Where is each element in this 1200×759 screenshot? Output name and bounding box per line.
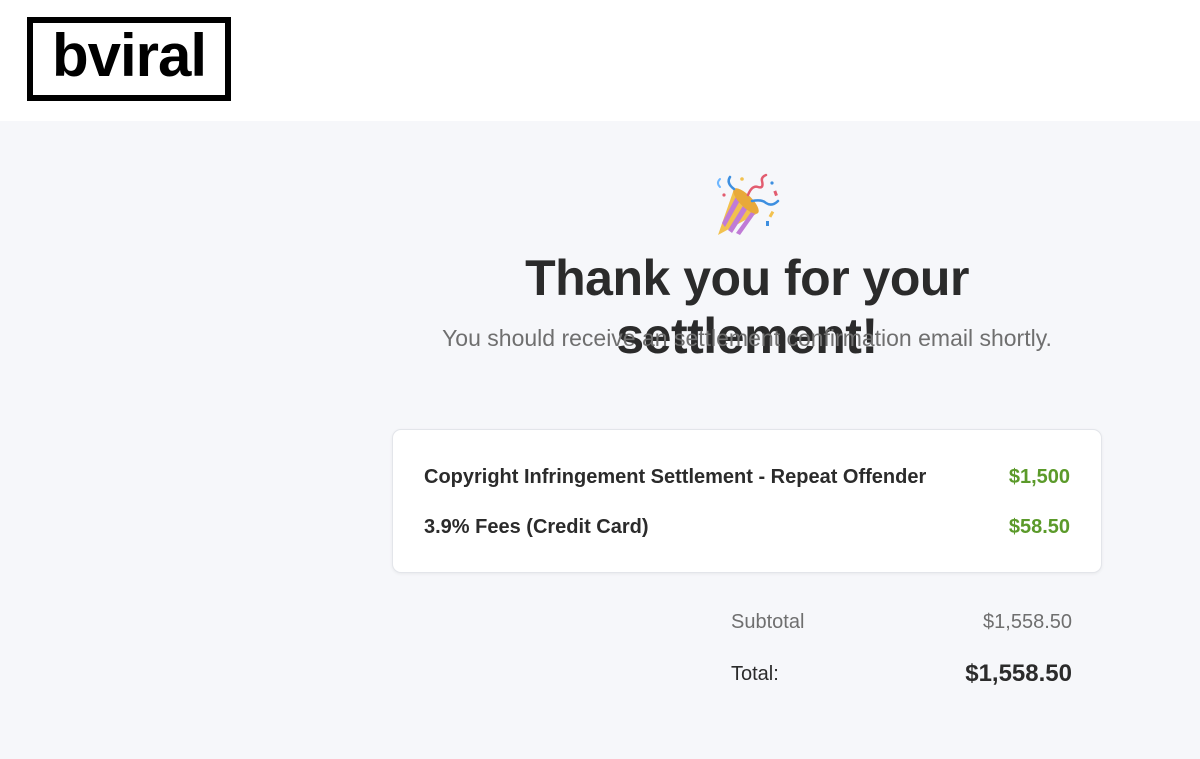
subtotal-row: Subtotal $1,558.50 (731, 607, 1072, 637)
subtotal-value: $1,558.50 (983, 610, 1072, 633)
confirmation-page: Thank you for your settlement! You shoul… (0, 121, 1200, 759)
line-item-amount: $1,500 (1008, 465, 1070, 488)
total-value: $1,558.50 (965, 660, 1072, 687)
total-label: Total: (731, 662, 779, 685)
line-item-label: 3.9% Fees (Credit Card) (424, 515, 649, 538)
brand-logo[interactable]: bviral (27, 17, 231, 101)
line-item: Copyright Infringement Settlement - Repe… (424, 463, 1070, 491)
line-item-label: Copyright Infringement Settlement - Repe… (424, 465, 927, 488)
line-item-amount: $58.50 (1008, 515, 1070, 538)
subtotal-label: Subtotal (731, 610, 805, 633)
page-subtitle: You should receive an settlement confirm… (442, 325, 1052, 351)
header: bviral (0, 0, 1200, 121)
order-summary-card: Copyright Infringement Settlement - Repe… (392, 429, 1102, 573)
line-item: 3.9% Fees (Credit Card) $58.50 (424, 513, 1070, 541)
party-popper-icon (717, 173, 780, 235)
total-row: Total: $1,558.50 (731, 657, 1072, 691)
